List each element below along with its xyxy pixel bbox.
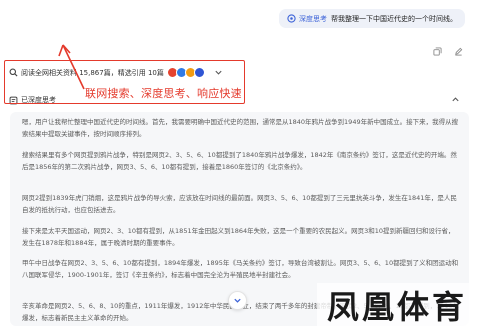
edit-icon[interactable]	[454, 41, 463, 56]
thinking-paragraph: 甲午中日战争在网页2、3、5、6、10都有提到，1894年爆发，1895年《马关…	[22, 259, 459, 279]
watermark-text: 凤凰体育	[326, 287, 467, 326]
user-message-text: 帮我整理一下中国近代史的一个时间线。	[331, 14, 457, 23]
thinking-paragraph: 搜索结果里有多个网页提到鸦片战争，特别是网页2、3、5、6、10都提到了1840…	[22, 151, 457, 171]
deep-think-tag: 深度思考	[287, 14, 327, 24]
message-actions	[433, 41, 463, 56]
user-message-bubble: 深度思考 帮我整理一下中国近代史的一个时间线。	[279, 9, 465, 28]
scroll-down-button[interactable]	[228, 291, 247, 310]
annotation-text: 联网搜索、深度思考、响应快速	[85, 87, 242, 100]
chevron-up-icon[interactable]	[451, 95, 460, 104]
thinking-paragraph: 嗯，用户让我帮忙整理中国近代史的时间线。首先，我需要明确中国近代史的范围，通常是…	[22, 118, 459, 138]
deep-think-icon	[287, 14, 296, 23]
watermark: 凤凰体育	[317, 283, 477, 326]
copy-icon[interactable]	[433, 41, 442, 56]
thinking-paragraph: 接下来是太平天国运动，网页2、3、10都有提到，从1851年金田起义到1864年…	[22, 227, 455, 247]
deep-think-label: 深度思考	[299, 14, 327, 23]
chevron-down-icon	[234, 298, 241, 303]
thinking-paragraph: 网页2提到1839年虎门销烟，这是鸦片战争的导火索，应该放在时间线的最前面。网页…	[22, 194, 457, 214]
